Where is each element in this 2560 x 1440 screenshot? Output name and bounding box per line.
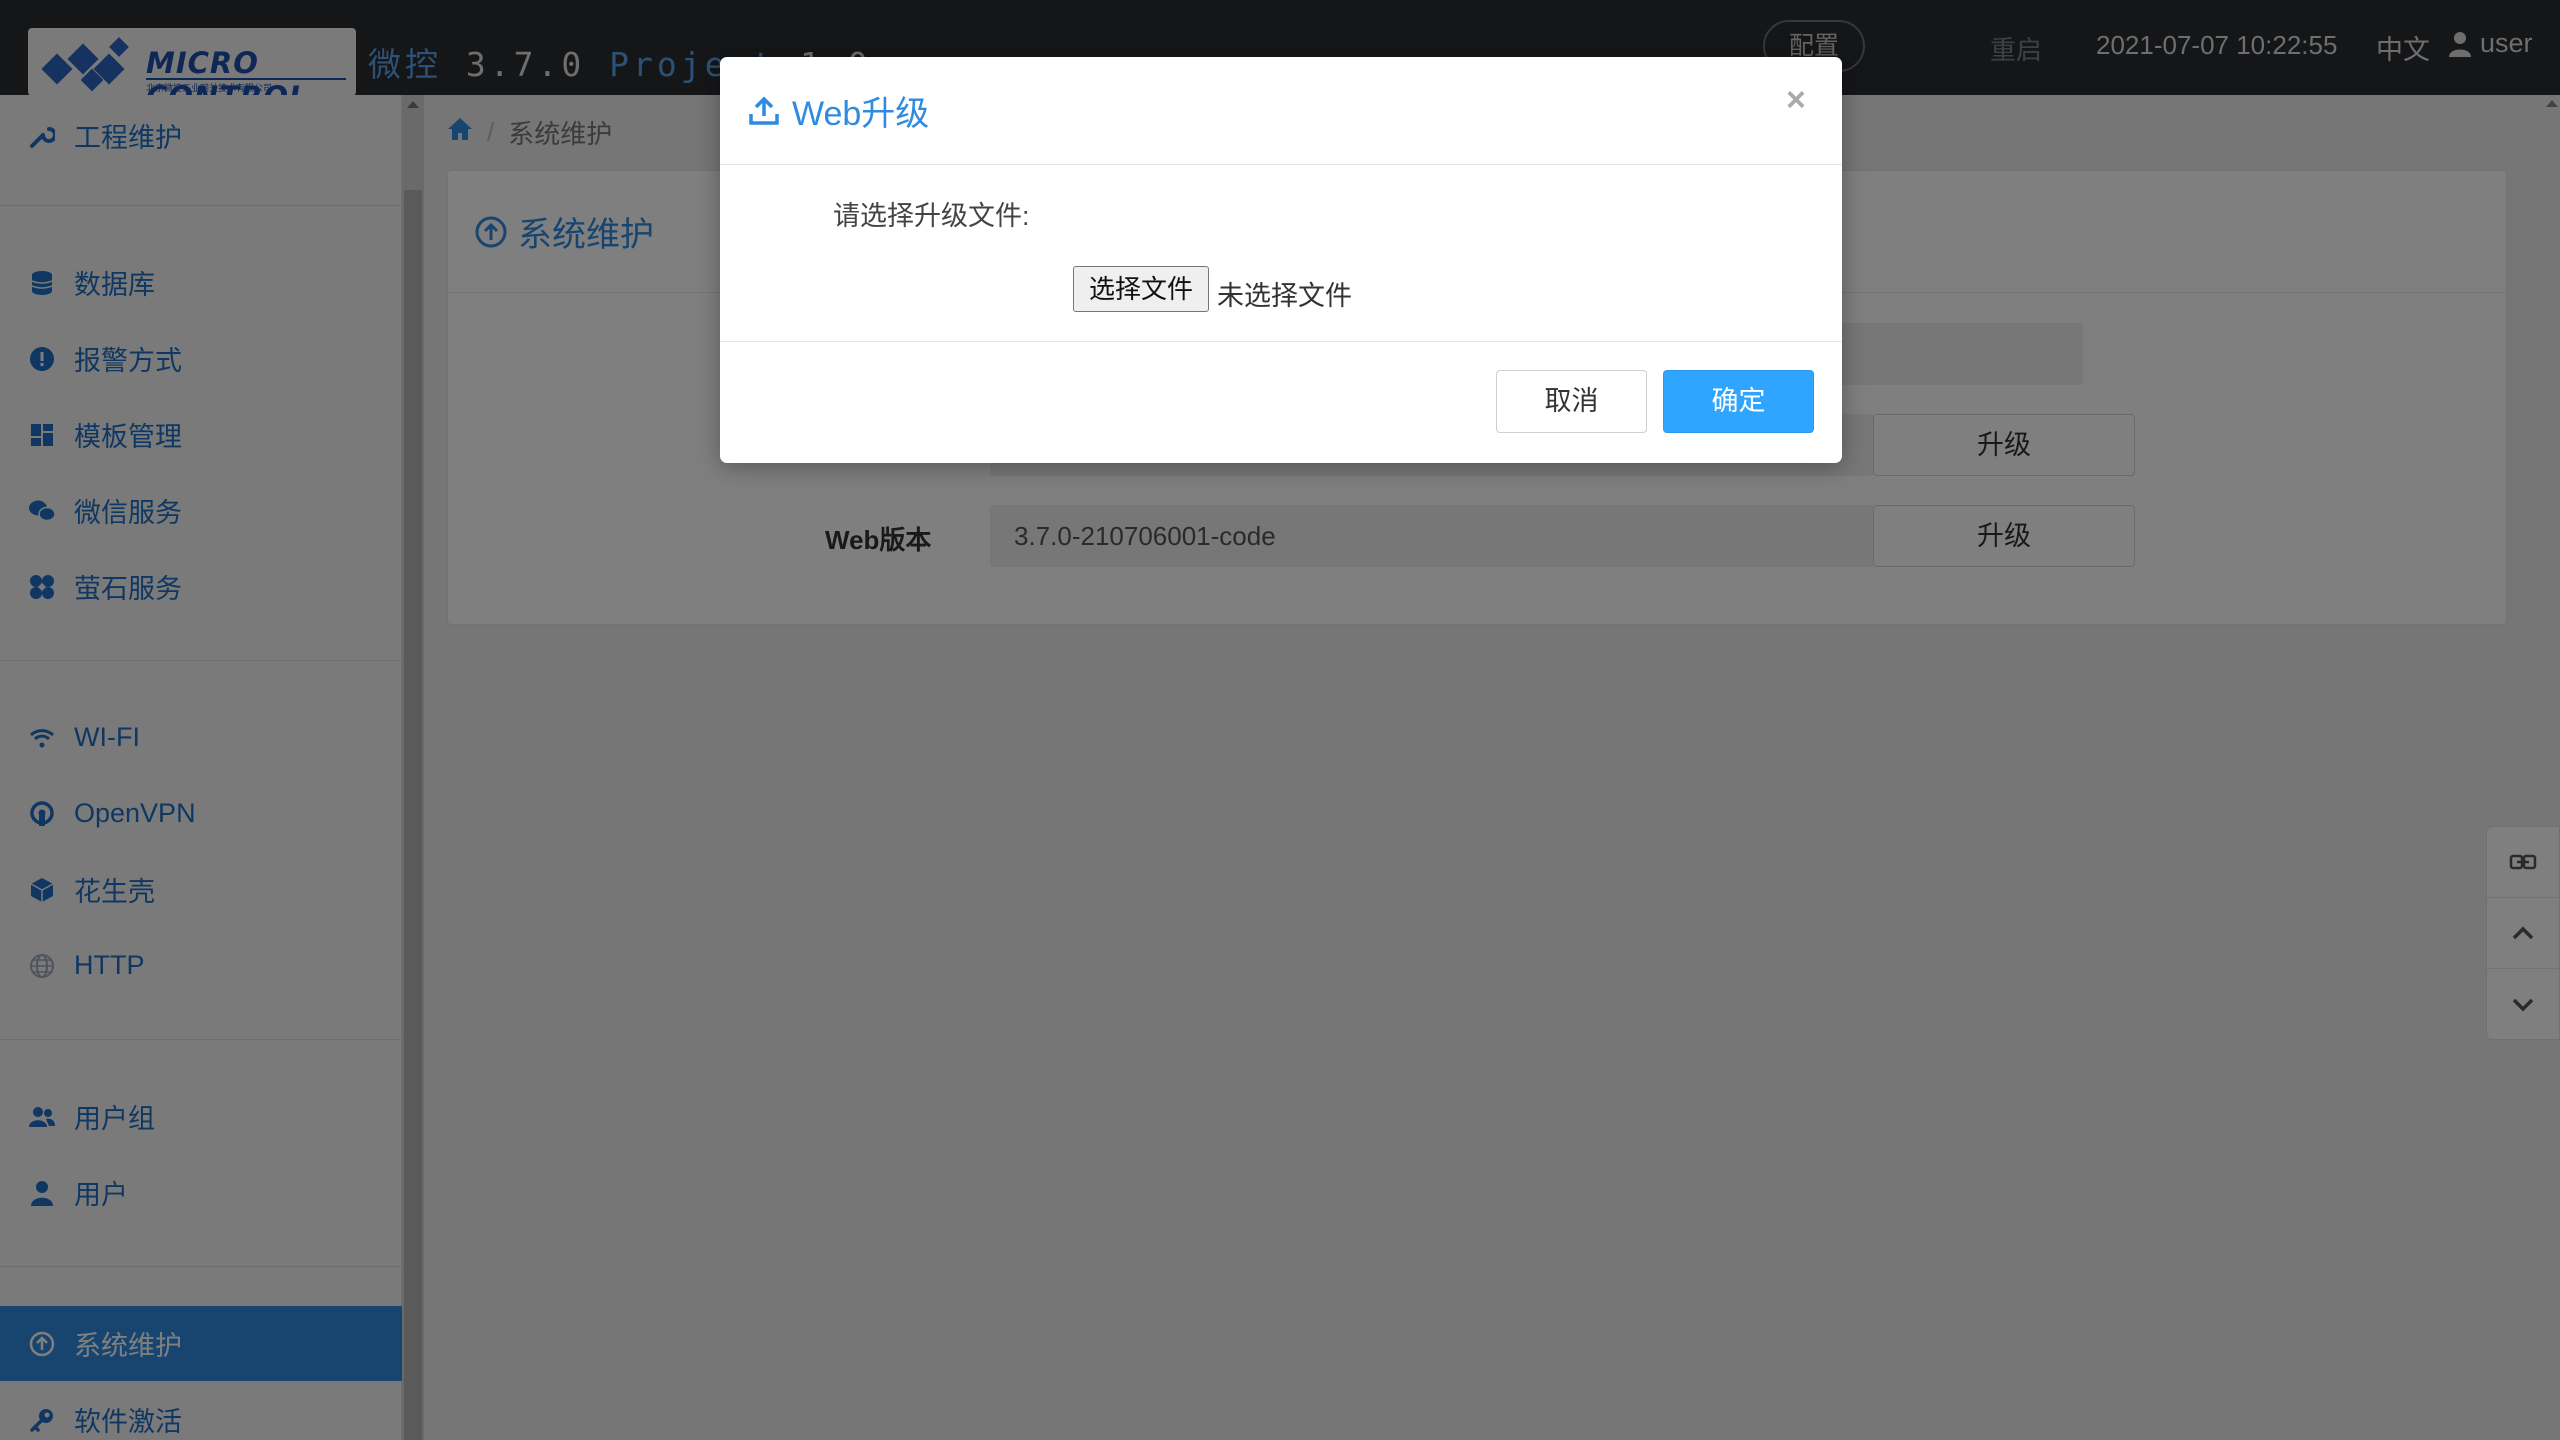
file-status: 未选择文件 — [1217, 281, 1352, 311]
dialog-title: Web升级 — [792, 95, 930, 133]
confirm-button[interactable]: 确定 — [1663, 370, 1814, 433]
dialog-header: Web升级 — [720, 57, 1842, 165]
upload-icon — [749, 96, 779, 125]
web-upgrade-dialog: Web升级 × 请选择升级文件: 选择文件 未选择文件 取消 确定 — [720, 57, 1842, 463]
dialog-prompt: 请选择升级文件: — [833, 201, 1030, 231]
choose-file-button[interactable]: 选择文件 — [1073, 266, 1209, 312]
close-icon[interactable]: × — [1786, 81, 1806, 120]
dialog-footer-divider — [720, 341, 1842, 342]
cancel-button[interactable]: 取消 — [1496, 370, 1647, 433]
